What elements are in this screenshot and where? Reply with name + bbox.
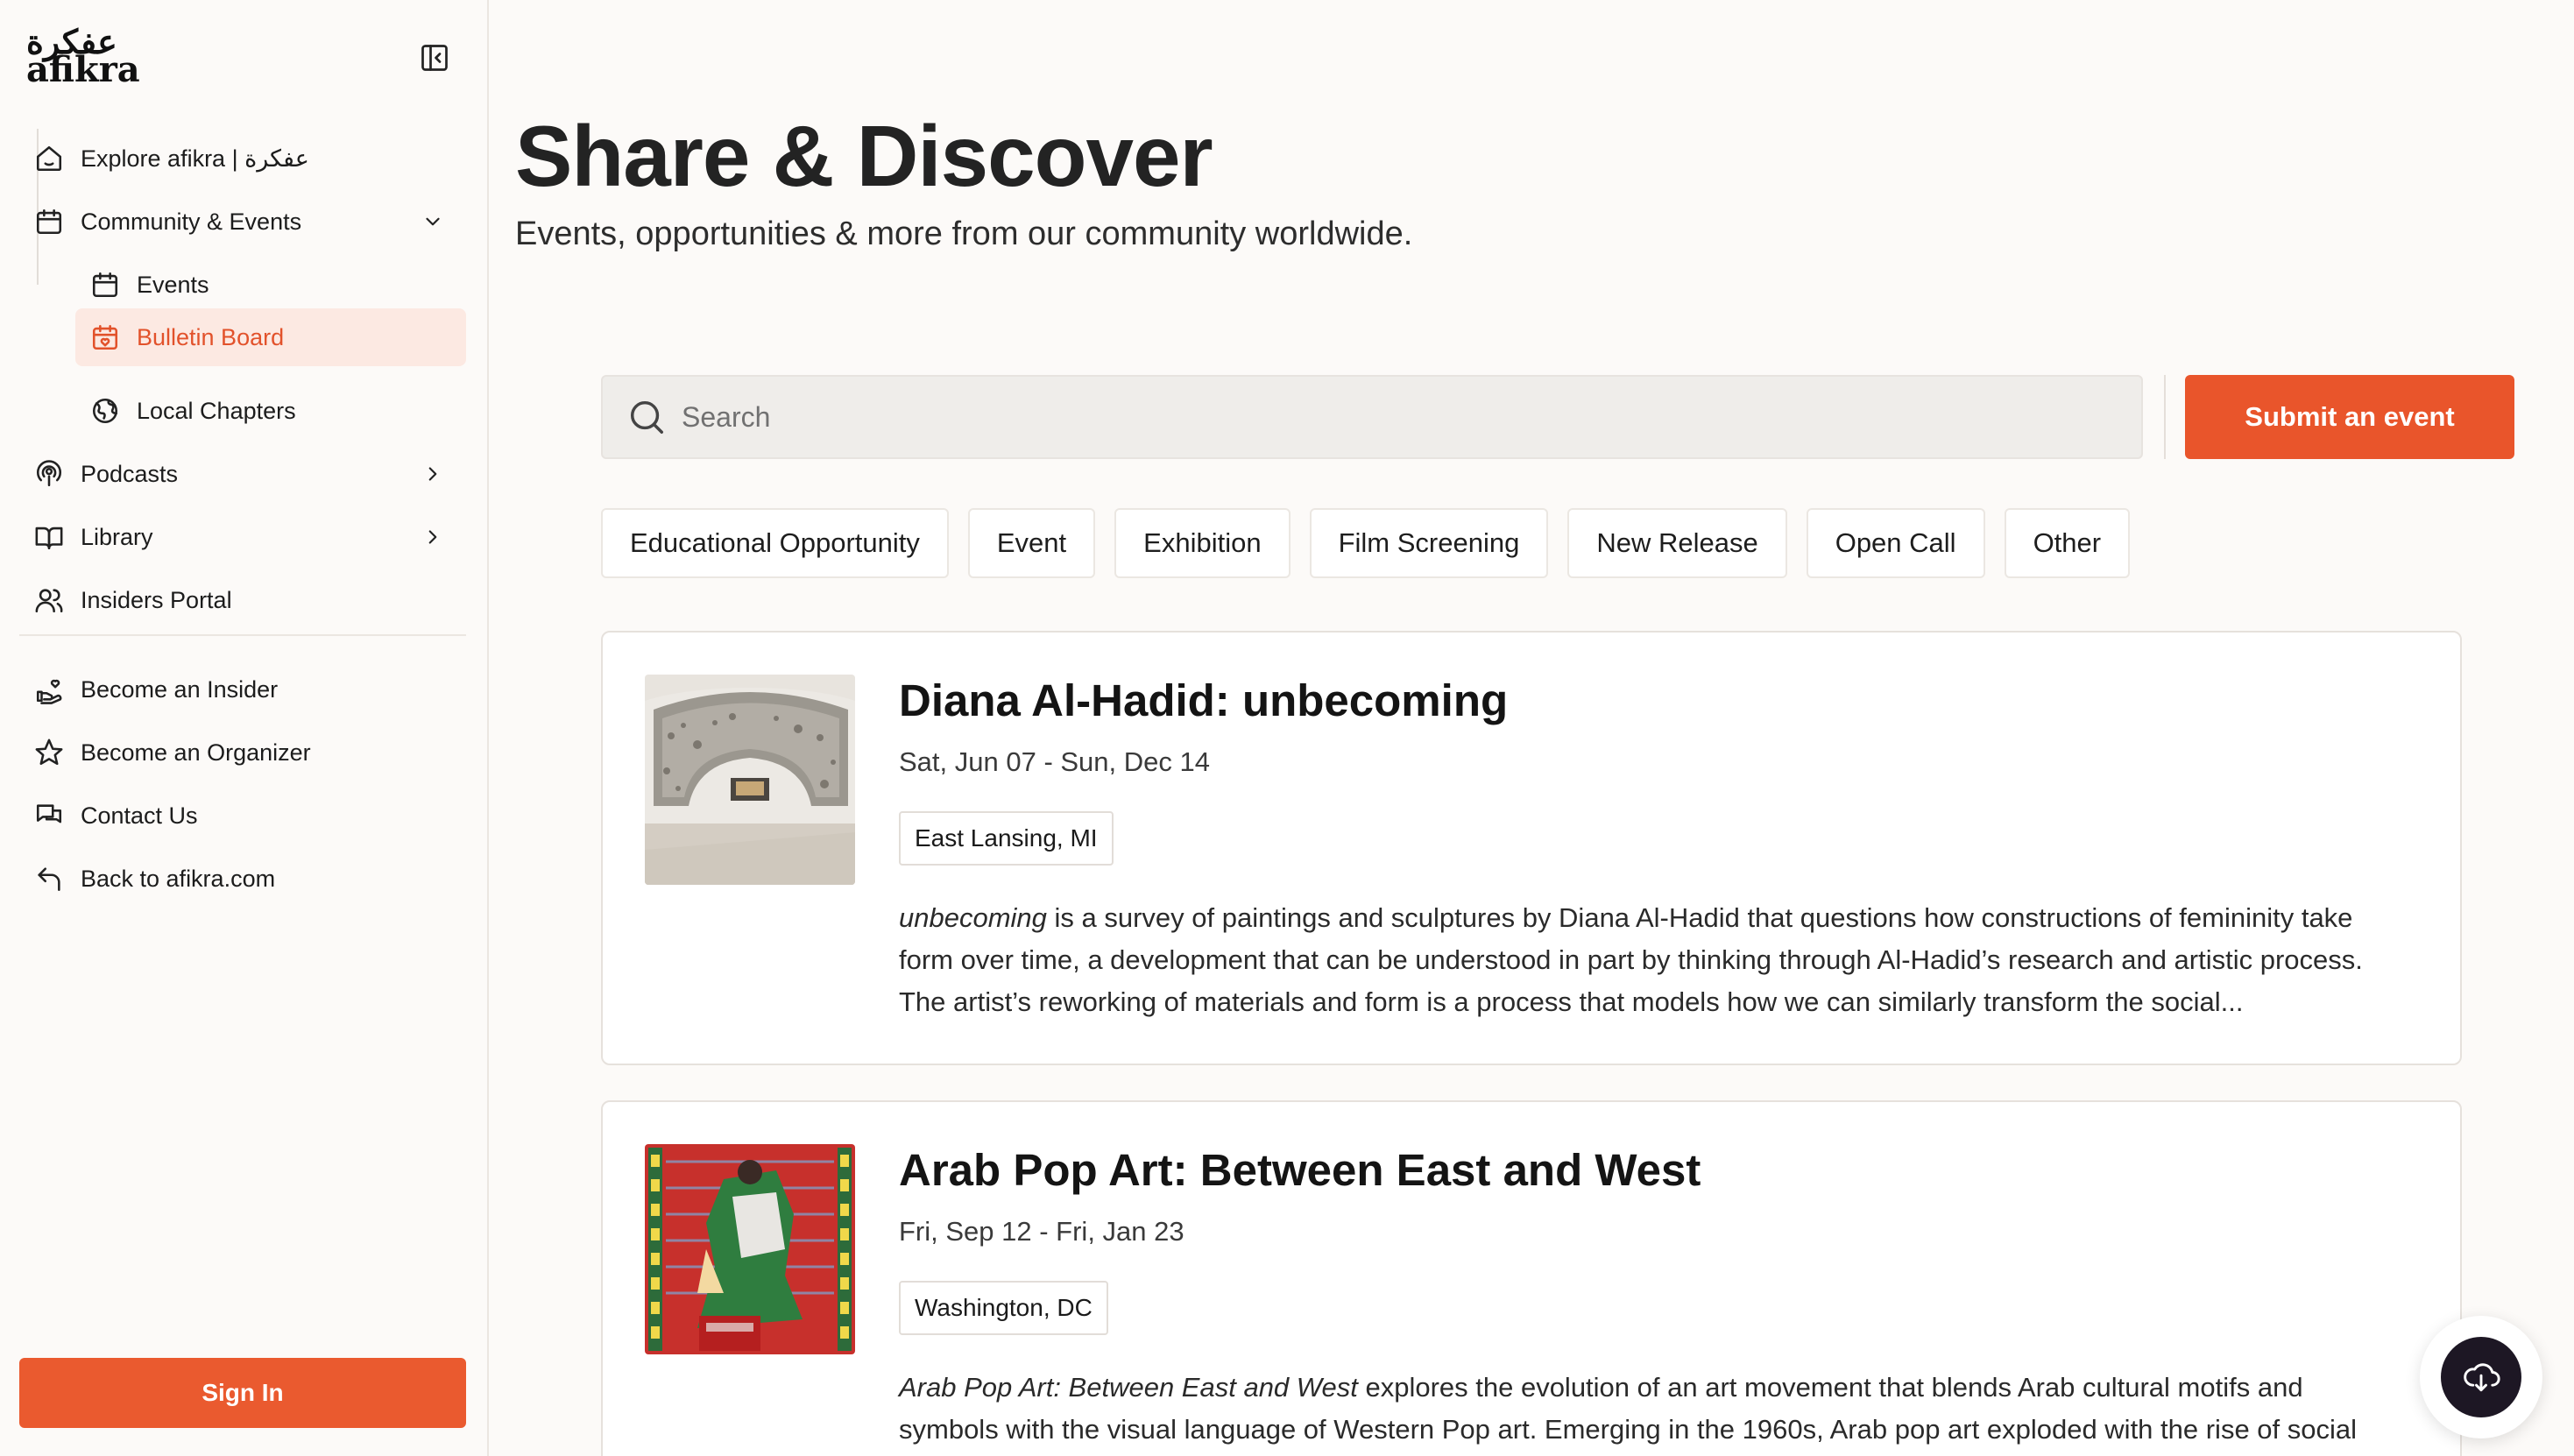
- event-description-emphasis: Arab Pop Art: Between East and West: [899, 1372, 1358, 1403]
- sidebar-item-local-chapters[interactable]: Local Chapters: [75, 384, 466, 438]
- sidebar-item-back-to-afikra[interactable]: Back to afikra.com: [19, 852, 466, 906]
- event-title[interactable]: Arab Pop Art: Between East and West: [899, 1144, 1701, 1196]
- sidebar-item-contact-us[interactable]: Contact Us: [19, 788, 466, 843]
- event-thumbnail[interactable]: [645, 675, 855, 885]
- search-input[interactable]: [682, 400, 2083, 434]
- sidebar-collapse-icon: [421, 45, 448, 71]
- filter-open-call[interactable]: Open Call: [1806, 508, 1985, 578]
- star-icon: [32, 735, 67, 770]
- sidebar-item-podcasts[interactable]: Podcasts: [19, 447, 466, 501]
- event-description: unbecoming is a survey of paintings and …: [899, 897, 2388, 1023]
- sidebar-item-become-insider[interactable]: Become an Insider: [19, 662, 466, 717]
- sidebar-item-label: Contact Us: [81, 802, 198, 829]
- search-icon: [624, 394, 669, 440]
- download-app-button[interactable]: [2420, 1316, 2542, 1438]
- hand-heart-icon: [32, 672, 67, 707]
- logo-latin: afikra: [26, 49, 140, 90]
- sidebar-item-community-events[interactable]: Community & Events: [19, 194, 466, 249]
- sidebar-item-label: Local Chapters: [137, 397, 296, 424]
- sidebar-item-label: Community & Events: [81, 208, 302, 235]
- cloud-download-icon: [2464, 1363, 2500, 1392]
- page-title: Share & Discover: [515, 108, 1213, 204]
- page-subtitle: Events, opportunities & more from our co…: [515, 216, 1413, 252]
- globe-icon: [88, 393, 123, 428]
- sidebar-item-events[interactable]: Events: [75, 258, 466, 312]
- event-thumbnail[interactable]: [645, 1144, 855, 1354]
- sidebar-item-become-organizer[interactable]: Become an Organizer: [19, 725, 466, 780]
- event-description-emphasis: unbecoming: [899, 902, 1047, 933]
- event-date: Fri, Sep 12 - Fri, Jan 23: [899, 1216, 1184, 1247]
- location-badge[interactable]: East Lansing, MI: [899, 811, 1114, 866]
- sidebar-item-label: Explore afikra | عفكرة: [81, 145, 309, 172]
- sidebar-item-label: Become an Insider: [81, 675, 279, 703]
- sidebar-item-label: Bulletin Board: [137, 323, 285, 350]
- filter-new-release[interactable]: New Release: [1567, 508, 1787, 578]
- home-icon: [32, 141, 67, 176]
- submit-event-button[interactable]: Submit an event: [2185, 375, 2514, 459]
- undo-arrow-icon: [32, 861, 67, 896]
- sidebar-item-explore[interactable]: Explore afikra | عفكرة: [19, 131, 466, 186]
- book-icon: [32, 519, 67, 555]
- podcast-icon: [32, 456, 67, 491]
- download-button-inner: [2441, 1337, 2521, 1417]
- filter-film-screening[interactable]: Film Screening: [1309, 508, 1549, 578]
- sidebar-item-label: Back to afikra.com: [81, 865, 276, 892]
- calendar-icon: [32, 204, 67, 239]
- event-title[interactable]: Diana Al-Hadid: unbecoming: [899, 675, 1508, 726]
- filter-exhibition[interactable]: Exhibition: [1114, 508, 1291, 578]
- users-icon: [32, 583, 67, 618]
- collapse-sidebar-button[interactable]: [417, 40, 452, 75]
- sidebar-item-label: Podcasts: [81, 460, 179, 487]
- calendar-heart-icon: [88, 320, 123, 355]
- sidebar-item-label: Become an Organizer: [81, 739, 311, 766]
- sidebar-item-label: Events: [137, 271, 209, 298]
- location-badge[interactable]: Washington, DC: [899, 1281, 1108, 1335]
- chevron-right-icon[interactable]: [415, 519, 450, 555]
- search-bar[interactable]: [601, 375, 2143, 459]
- chevron-down-icon[interactable]: [415, 204, 450, 239]
- event-description: Arab Pop Art: Between East and West expl…: [899, 1367, 2388, 1451]
- sidebar-divider: [19, 634, 466, 636]
- filter-chips: Educational Opportunity Event Exhibition…: [601, 508, 2131, 578]
- search-divider: [2164, 375, 2166, 459]
- event-description-text: is a survey of paintings and sculptures …: [899, 902, 2363, 1017]
- calendar-icon: [88, 267, 123, 302]
- filter-other[interactable]: Other: [2004, 508, 2131, 578]
- sidebar: عفكرة afikra Explore afikra | عفكرة Comm…: [0, 0, 489, 1456]
- main-content: Share & Discover Events, opportunities &…: [491, 0, 2574, 1456]
- sidebar-item-label: Library: [81, 523, 153, 550]
- chevron-right-icon[interactable]: [415, 456, 450, 491]
- sidebar-item-bulletin-board[interactable]: Bulletin Board: [75, 308, 466, 366]
- chat-icon: [32, 798, 67, 833]
- event-date: Sat, Jun 07 - Sun, Dec 14: [899, 746, 1210, 777]
- sidebar-item-insiders-portal[interactable]: Insiders Portal: [19, 573, 466, 627]
- sidebar-item-label: Insiders Portal: [81, 586, 232, 613]
- event-card[interactable]: Arab Pop Art: Between East and West Fri,…: [601, 1100, 2462, 1456]
- sidebar-item-library[interactable]: Library: [19, 510, 466, 564]
- sign-in-button[interactable]: Sign In: [19, 1358, 466, 1428]
- filter-educational-opportunity[interactable]: Educational Opportunity: [601, 508, 949, 578]
- filter-event[interactable]: Event: [967, 508, 1096, 578]
- event-card[interactable]: Diana Al-Hadid: unbecoming Sat, Jun 07 -…: [601, 631, 2462, 1065]
- afikra-logo[interactable]: عفكرة afikra: [26, 25, 140, 90]
